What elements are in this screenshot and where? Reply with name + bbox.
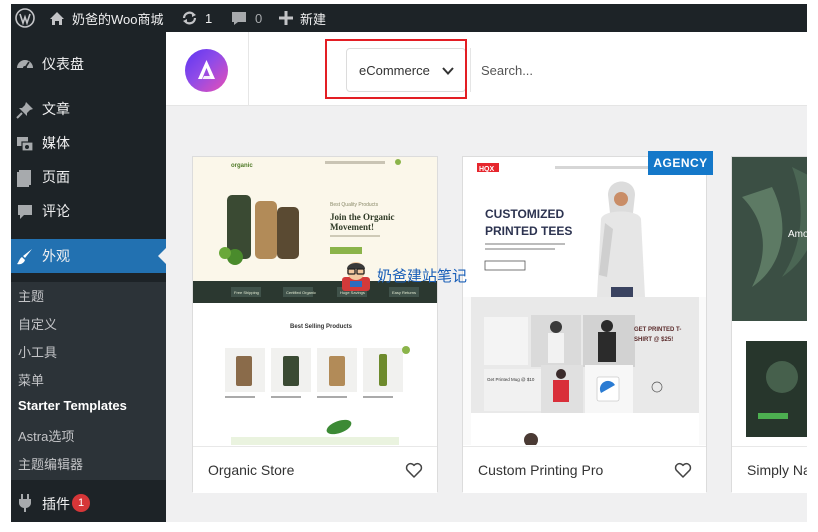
preview-mug-text: Get Printed Mug @ $10 <box>487 377 535 382</box>
watermark-text: 奶爸建站笔记 <box>377 267 468 285</box>
template-card-custom-printing-pro[interactable]: HQX CUSTOMIZED PRINTED TEES GET PRINTED … <box>462 156 707 493</box>
submenu-theme-editor[interactable]: 主题编辑器 <box>18 454 83 473</box>
appearance-submenu: 主题 自定义 小工具 菜单 Starter Templates Astra选项 … <box>11 282 166 480</box>
card-footer: Organic Store <box>193 446 437 493</box>
site-name-link[interactable]: 奶爸的Woo商城 <box>49 4 164 32</box>
admin-bar: 奶爸的Woo商城 1 0 新建 <box>11 4 807 32</box>
menu-label: 仪表盘 <box>42 56 84 72</box>
submenu-customize[interactable]: 自定义 <box>18 314 57 333</box>
new-content-link[interactable]: 新建 <box>279 4 326 32</box>
menu-label: 媒体 <box>42 135 70 151</box>
template-title[interactable]: Custom Printing Pro <box>478 462 603 478</box>
plus-icon <box>279 11 293 25</box>
submenu-widgets[interactable]: 小工具 <box>18 342 57 361</box>
wordpress-logo-icon[interactable] <box>15 4 35 32</box>
template-thumbnail[interactable]: HQX CUSTOMIZED PRINTED TEES GET PRINTED … <box>463 157 706 445</box>
organic-store-preview-image: organic Best Quality Products Join the O… <box>193 157 437 445</box>
menu-pages[interactable]: 页面 <box>11 160 166 194</box>
media-icon <box>15 134 35 154</box>
active-indicator <box>158 248 166 264</box>
menu-posts[interactable]: 文章 <box>11 92 166 126</box>
menu-dashboard[interactable]: 仪表盘 <box>11 47 166 81</box>
menu-label: 文章 <box>42 101 70 117</box>
preview-brand: HQX <box>479 166 495 173</box>
starter-templates-panel: eCommerce organic <box>166 32 807 522</box>
preview-promo: SHIRT @ $25! <box>634 337 673 343</box>
simply-natural-preview-image: Amo <box>732 157 807 445</box>
screenshot-frame: 奶爸的Woo商城 1 0 新建 仪表盘 文章 媒体 页面 评论 外观 主题 自定… <box>0 0 818 532</box>
template-card-simply-natural[interactable]: Amo Simply Na <box>731 156 807 493</box>
pin-icon <box>15 100 35 120</box>
plug-icon <box>15 493 35 516</box>
site-name: 奶爸的Woo商城 <box>72 11 164 27</box>
plugins-update-badge: 1 <box>72 494 90 512</box>
watermark: 奶爸建站笔记 <box>339 259 467 291</box>
updates-count: 1 <box>205 10 213 26</box>
refresh-icon <box>181 10 198 26</box>
search-input[interactable] <box>481 58 781 82</box>
comments-link[interactable]: 0 <box>231 4 262 32</box>
menu-label: 外观 <box>42 248 70 264</box>
logo-column <box>166 32 249 106</box>
highlight-annotation <box>325 39 467 99</box>
preview-promo: GET PRINTED T- <box>634 327 681 333</box>
submenu-menus[interactable]: 菜单 <box>18 370 44 389</box>
menu-label: 插件 <box>42 496 70 512</box>
custom-printing-preview-image: HQX CUSTOMIZED PRINTED TEES GET PRINTED … <box>463 157 706 445</box>
agency-tag: AGENCY <box>648 151 713 175</box>
comment-icon <box>15 202 35 222</box>
menu-label: 评论 <box>42 203 70 219</box>
preview-headline-1: CUSTOMIZED <box>485 207 564 221</box>
menu-comments[interactable]: 评论 <box>11 194 166 228</box>
menu-label: 页面 <box>42 169 70 185</box>
updates-link[interactable]: 1 <box>181 4 212 32</box>
preview-brand: organic <box>231 163 253 169</box>
submenu-starter-templates[interactable]: Starter Templates <box>18 398 127 413</box>
comment-bubble-icon <box>231 11 247 26</box>
comments-count: 0 <box>255 10 263 26</box>
preview-headline-1: Join the Organic <box>330 212 395 222</box>
new-label: 新建 <box>300 11 327 27</box>
menu-plugins[interactable]: 插件 1 <box>11 484 166 522</box>
card-footer: Custom Printing Pro <box>463 446 706 493</box>
template-thumbnail[interactable]: organic Best Quality Products Join the O… <box>193 157 437 445</box>
preview-feature: Certified Organic <box>286 290 316 295</box>
heart-icon[interactable] <box>674 461 692 479</box>
preview-section-title: Best Selling Products <box>290 324 353 330</box>
template-thumbnail[interactable]: Amo <box>732 157 807 445</box>
template-title[interactable]: Organic Store <box>208 462 294 478</box>
menu-media[interactable]: 媒体 <box>11 126 166 160</box>
preview-text: Amo <box>788 229 807 240</box>
brush-icon <box>15 247 35 267</box>
submenu-astra-options[interactable]: Astra选项 <box>18 426 74 445</box>
preview-headline-2: PRINTED TEES <box>485 224 572 238</box>
preview-headline-2: Movement! <box>330 222 374 232</box>
search-area <box>470 48 807 92</box>
menu-appearance[interactable]: 外观 <box>11 239 166 273</box>
watermark-avatar-icon <box>339 259 373 291</box>
templates-header: eCommerce <box>166 32 807 106</box>
heart-icon[interactable] <box>405 461 423 479</box>
home-icon <box>49 11 65 26</box>
preview-feature: Free Shipping <box>234 290 259 295</box>
template-card-organic-store[interactable]: organic Best Quality Products Join the O… <box>192 156 438 493</box>
astra-logo-icon[interactable] <box>185 49 228 92</box>
template-title[interactable]: Simply Na <box>747 462 807 478</box>
submenu-themes[interactable]: 主题 <box>18 286 44 305</box>
preview-tagline: Best Quality Products <box>330 202 379 208</box>
admin-sidebar: 仪表盘 文章 媒体 页面 评论 外观 主题 自定义 小工具 菜单 Starter… <box>11 32 166 522</box>
card-footer: Simply Na <box>732 446 807 493</box>
dashboard-icon <box>15 55 35 75</box>
page-icon <box>15 168 35 188</box>
